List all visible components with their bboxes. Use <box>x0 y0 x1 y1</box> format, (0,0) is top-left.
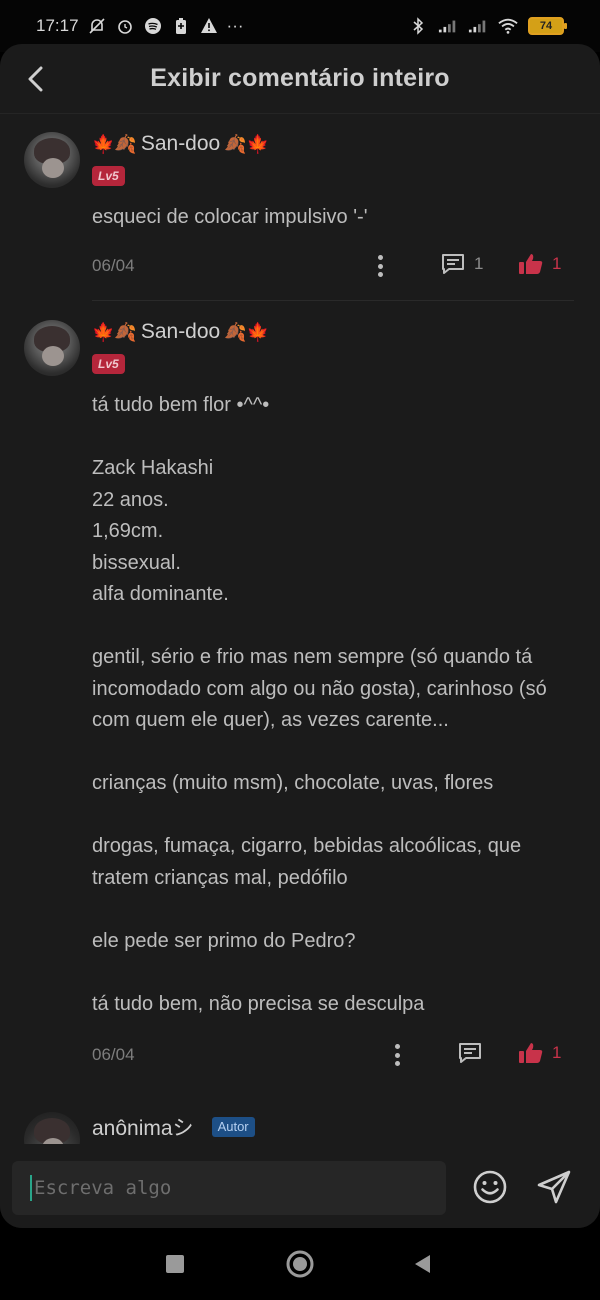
signal-2-icon <box>468 16 488 36</box>
alarm-icon <box>115 16 135 36</box>
thumbs-up-icon <box>519 254 543 274</box>
reply-count: 1 <box>474 254 484 273</box>
home-button[interactable] <box>284 1248 316 1280</box>
leaf-emoji-right: 🍂🍁 <box>224 321 270 342</box>
like-button[interactable]: 1 <box>518 252 561 276</box>
reply-button[interactable] <box>457 1041 483 1065</box>
more-options-button[interactable] <box>374 252 386 280</box>
more-options-button[interactable] <box>391 1041 403 1069</box>
comment-icon <box>442 254 464 274</box>
comment-author[interactable]: 🍁🍂 San-doo 🍂🍁 <box>92 320 269 344</box>
comment-icon <box>459 1043 481 1063</box>
like-count: 1 <box>552 254 562 273</box>
comment-meta: 06/04 <box>92 251 572 281</box>
avatar[interactable] <box>24 1112 80 1144</box>
battery-indicator: 74 <box>528 17 567 35</box>
like-button[interactable]: 1 <box>518 1041 561 1065</box>
comment-item: 🍁🍂 San-doo 🍂🍁 Lv5 tá tudo bem flor •^^• … <box>0 302 600 1102</box>
avatar[interactable] <box>24 132 80 188</box>
level-badge: Lv5 <box>92 354 125 374</box>
comment-date: 06/04 <box>92 256 135 275</box>
author-name: anônimaシ <box>92 1117 194 1140</box>
reply-button[interactable]: 1 <box>440 252 483 276</box>
thumbs-up-icon <box>519 1043 543 1063</box>
comment-sheet: Exibir comentário inteiro 🍁🍂 San-doo 🍂🍁 … <box>0 44 600 1228</box>
bluetooth-icon <box>408 16 428 36</box>
square-icon <box>166 1255 184 1273</box>
send-icon <box>537 1170 571 1204</box>
comment-meta: 06/04 <box>92 1040 572 1070</box>
divider <box>92 300 574 301</box>
smiley-icon <box>473 1170 507 1204</box>
comment-author[interactable]: anônimaシ Autor <box>92 1112 255 1142</box>
level-badge: Lv5 <box>92 166 125 186</box>
author-name: San-doo <box>140 132 221 155</box>
leaf-emoji-left: 🍁🍂 <box>92 133 137 154</box>
comment-text: tá tudo bem flor •^^• Zack Hakashi 22 an… <box>92 394 547 1015</box>
comment-item: 🍁🍂 San-doo 🍂🍁 Lv5 esqueci de colocar imp… <box>0 114 600 304</box>
recent-apps-button[interactable] <box>159 1248 191 1280</box>
comment-item: anônimaシ Autor <box>0 1102 600 1144</box>
triangle-back-icon <box>415 1255 430 1273</box>
more-notifications: ··· <box>226 16 244 35</box>
page-title: Exibir comentário inteiro <box>150 64 450 92</box>
wifi-icon <box>498 16 518 36</box>
text-caret <box>30 1175 32 1201</box>
signal-1-icon <box>438 16 458 36</box>
warning-icon <box>199 16 219 36</box>
system-nav-bar <box>0 1228 600 1300</box>
leaf-emoji-left: 🍁🍂 <box>92 321 137 342</box>
comment-author[interactable]: 🍁🍂 San-doo 🍂🍁 <box>92 132 269 156</box>
circle-icon <box>286 1250 314 1278</box>
author-badge: Autor <box>211 1117 255 1137</box>
header: Exibir comentário inteiro <box>0 44 600 114</box>
like-count: 1 <box>552 1043 562 1062</box>
author-name: San-doo <box>140 320 221 343</box>
leaf-emoji-right: 🍂🍁 <box>224 133 270 154</box>
input-placeholder: Escreva algo <box>34 1177 172 1199</box>
emoji-button[interactable] <box>470 1167 510 1207</box>
battery-saver-icon <box>171 16 191 36</box>
back-button[interactable] <box>20 62 50 96</box>
spotify-icon <box>143 16 163 36</box>
comment-input-bar: Escreva algo <box>0 1159 600 1228</box>
muted-notifications-icon <box>87 16 107 36</box>
send-button[interactable] <box>534 1167 574 1207</box>
comment-input[interactable]: Escreva algo <box>12 1161 446 1215</box>
comment-date: 06/04 <box>92 1045 135 1064</box>
back-nav-button[interactable] <box>406 1248 438 1280</box>
chevron-left-icon <box>28 66 43 92</box>
avatar[interactable] <box>24 320 80 376</box>
status-time: 17:17 <box>36 16 79 35</box>
comment-text: esqueci de colocar impulsivo '-' <box>92 206 368 228</box>
